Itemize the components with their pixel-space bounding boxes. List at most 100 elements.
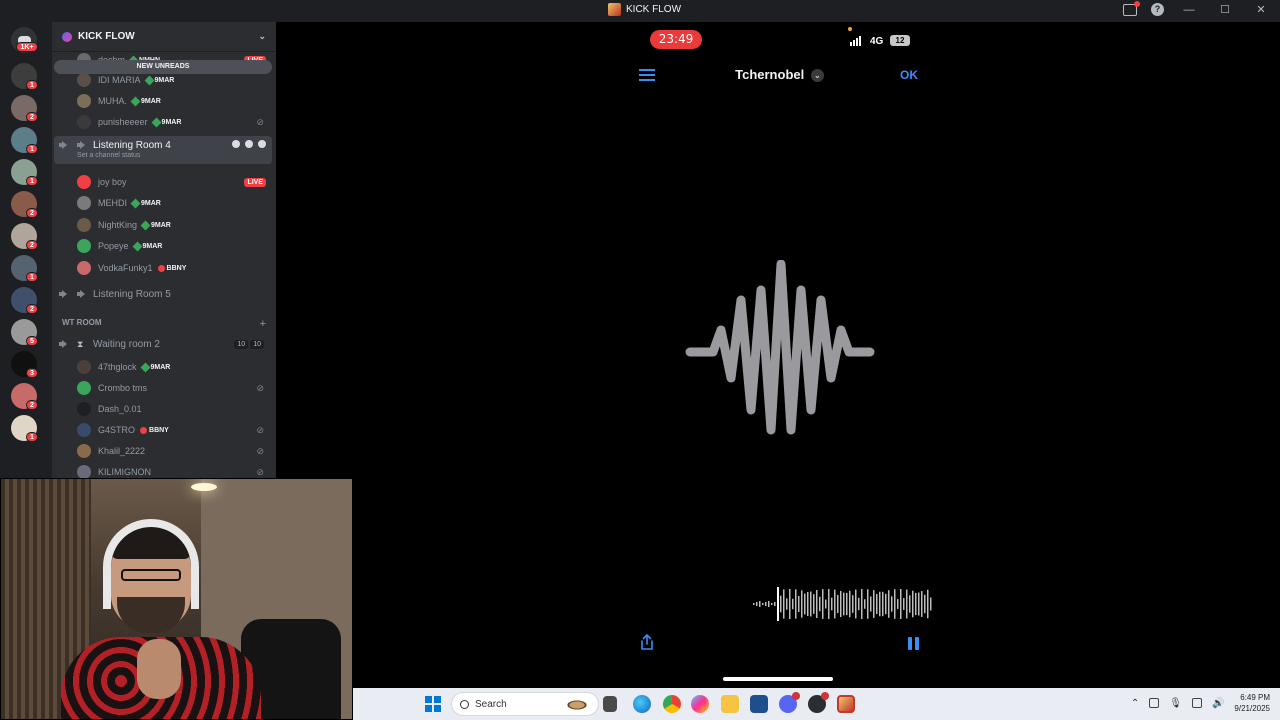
avatar xyxy=(77,196,91,210)
minimize-button[interactable]: — xyxy=(1178,4,1200,16)
recording-title-text: Tchernobel xyxy=(735,67,805,82)
waveform-bar xyxy=(912,590,914,618)
battery-indicator: 12 xyxy=(890,35,910,46)
waveform-bar xyxy=(891,596,893,612)
voice-member[interactable]: NightKing 9MAR xyxy=(52,215,276,235)
member-name: KILIMIGNON xyxy=(98,467,152,477)
guild-name: KICK FLOW xyxy=(78,31,135,42)
headset xyxy=(103,519,199,609)
member-name: 47thglock xyxy=(98,362,137,372)
waveform-bar xyxy=(834,589,836,619)
search-icon xyxy=(460,699,469,709)
copilot-icon[interactable] xyxy=(691,695,709,713)
channel-status[interactable]: Set a channel status xyxy=(77,152,140,159)
waveform-bar xyxy=(792,598,794,610)
category-name: WT ROOM xyxy=(62,318,102,327)
chrome-icon[interactable] xyxy=(663,695,681,713)
waveform-bar xyxy=(918,592,920,616)
voice-icon xyxy=(77,140,87,150)
avatar xyxy=(77,423,91,437)
share-icon[interactable] xyxy=(639,634,655,650)
home-indicator[interactable] xyxy=(723,677,833,681)
voice-channel-listening-room-5[interactable]: Listening Room 5 xyxy=(54,284,272,304)
member-name: VodkaFunky1 xyxy=(98,263,153,273)
store-icon[interactable] xyxy=(750,695,768,713)
server-badge: 1 xyxy=(26,432,38,442)
waveform-bar xyxy=(825,599,827,609)
voice-member[interactable]: joy boy LIVE xyxy=(52,172,276,192)
waveform-bar xyxy=(855,589,857,619)
task-view-icon[interactable] xyxy=(603,696,617,712)
app-icon-dark[interactable] xyxy=(808,692,829,713)
voice-member[interactable]: 47thglock 9MAR xyxy=(52,357,276,377)
waveform-bar xyxy=(753,603,755,605)
chevron-down-icon[interactable]: ⌄ xyxy=(810,69,824,83)
voice-member[interactable]: punisheeeer 9MAR ⊘ xyxy=(52,112,276,132)
onedrive-icon[interactable] xyxy=(1149,698,1160,708)
invite-icon[interactable] xyxy=(245,140,253,148)
voice-member[interactable]: Crombo tms ⊘ xyxy=(52,378,276,398)
gear-icon[interactable] xyxy=(258,140,266,148)
voice-member[interactable]: Dash_0.01 xyxy=(52,399,276,419)
voice-member[interactable]: Khalil_2222 ⊘ xyxy=(52,441,276,461)
waveform-bar xyxy=(822,589,824,619)
ceiling-light xyxy=(191,483,217,491)
category-wt-room[interactable]: WT ROOM + xyxy=(62,318,266,330)
taskbar-search[interactable]: Search xyxy=(451,692,599,716)
member-tag: 9MAR xyxy=(151,117,181,127)
windows-start-icon[interactable] xyxy=(425,696,441,712)
discord-taskbar-icon[interactable] xyxy=(779,692,800,713)
server-badge: 2 xyxy=(26,304,38,314)
file-explorer-icon[interactable] xyxy=(721,695,739,713)
tag-icon xyxy=(130,198,141,208)
scrubber-waveform[interactable] xyxy=(753,587,934,621)
help-icon[interactable]: ? xyxy=(1151,3,1164,16)
voice-member[interactable]: Popeye 9MAR xyxy=(52,236,276,256)
chevron-down-icon: ⌄ xyxy=(258,31,266,41)
close-button[interactable]: ✕ xyxy=(1250,3,1272,16)
voice-channel-listening-room-4[interactable]: Listening Room 4 Set a channel status xyxy=(54,136,272,164)
waveform-bar xyxy=(756,602,758,606)
volume-icon[interactable]: 🔊 xyxy=(1212,698,1224,709)
chevron-up-icon[interactable]: ⌃ xyxy=(1131,698,1139,709)
speaker-icon xyxy=(59,289,69,299)
waveform-bar xyxy=(813,594,815,614)
maximize-button[interactable]: ☐ xyxy=(1214,3,1236,16)
playhead[interactable] xyxy=(777,587,779,621)
voice-channel-waiting-room-2[interactable]: ⧗ Waiting room 2 10 10 xyxy=(54,334,272,354)
voice-member[interactable]: G4STRO BBNY ⊘ xyxy=(52,420,276,440)
microphone-icon[interactable]: 🎙 xyxy=(1169,698,1182,709)
add-channel-icon[interactable]: + xyxy=(260,318,266,330)
voice-member[interactable]: IDI MARIA 9MAR xyxy=(52,70,276,90)
waveform-bar xyxy=(867,589,869,619)
inbox-icon[interactable] xyxy=(1123,0,1140,16)
avatar xyxy=(77,402,91,416)
voice-member[interactable]: VodkaFunky1 BBNY xyxy=(52,258,276,278)
display-icon[interactable] xyxy=(1191,698,1202,708)
tag-text: 9MAR xyxy=(141,199,161,207)
window-title: KICK FLOW xyxy=(608,3,681,16)
member-name: G4STRO xyxy=(98,425,136,435)
waveform-bar xyxy=(888,590,890,618)
waveform-art xyxy=(685,260,875,435)
voice-member[interactable]: MUHA. 9MAR xyxy=(52,91,276,111)
window-title-text: KICK FLOW xyxy=(626,4,682,15)
user-counts: 10 10 xyxy=(234,339,264,349)
voice-member[interactable]: MEHDI 9MAR xyxy=(52,193,276,213)
kick-flow-taskbar-icon[interactable] xyxy=(837,695,855,713)
waveform-bar xyxy=(798,596,800,612)
tag-icon xyxy=(157,264,165,272)
waveform-bar xyxy=(897,599,899,609)
recording-title[interactable]: Tchernobel ⌄ xyxy=(625,67,934,83)
pause-button[interactable] xyxy=(908,637,920,650)
system-clock[interactable]: 6:49 PM 9/21/2025 xyxy=(1234,692,1270,714)
edge-icon[interactable] xyxy=(633,695,651,713)
ok-button[interactable]: OK xyxy=(900,68,918,82)
server-badge: 1 xyxy=(26,272,38,282)
recording-time-pill[interactable]: 23:49 xyxy=(650,30,702,49)
server-badge: 1 xyxy=(26,80,38,90)
chat-icon[interactable] xyxy=(232,140,240,148)
count-a: 10 xyxy=(234,339,249,349)
tag-icon xyxy=(132,241,142,251)
guild-header[interactable]: KICK FLOW ⌄ xyxy=(52,22,276,52)
